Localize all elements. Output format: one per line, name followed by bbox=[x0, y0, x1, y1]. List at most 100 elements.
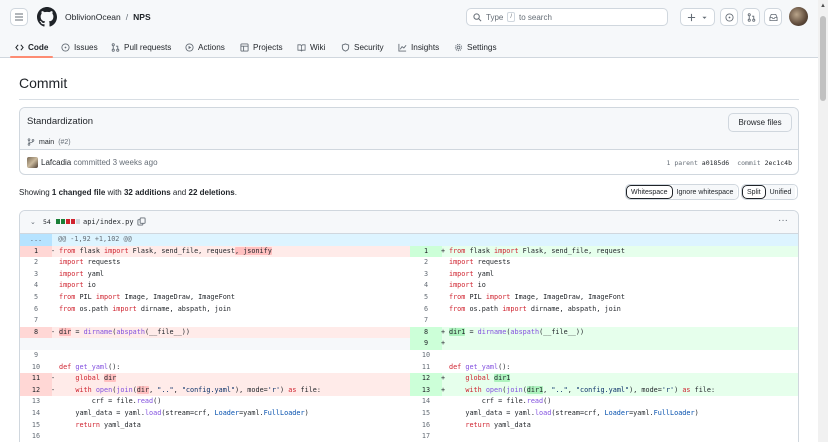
line-number[interactable]: 8 bbox=[20, 326, 52, 339]
tab-wiki[interactable]: Wiki bbox=[297, 39, 325, 55]
diff-row: 77 bbox=[20, 315, 798, 327]
line-number[interactable]: 10 bbox=[20, 362, 52, 374]
tab-security[interactable]: Security bbox=[341, 39, 384, 55]
tab-pull-requests[interactable]: Pull requests bbox=[111, 39, 171, 55]
line-number[interactable]: 9 bbox=[410, 338, 442, 350]
file-path[interactable]: api/index.py bbox=[83, 218, 134, 226]
line-number[interactable]: 12 bbox=[20, 384, 52, 397]
line-number[interactable]: 3 bbox=[20, 269, 52, 281]
tab-projects[interactable]: Projects bbox=[240, 39, 283, 55]
ignore-whitespace-option[interactable]: Ignore whitespace bbox=[672, 185, 738, 199]
tab-actions[interactable]: Actions bbox=[185, 39, 225, 55]
tab-insights[interactable]: Insights bbox=[398, 39, 439, 55]
unified-option[interactable]: Unified bbox=[765, 185, 796, 199]
file-change-count: 54 bbox=[43, 218, 51, 226]
line-number[interactable]: 10 bbox=[410, 350, 442, 362]
line-number[interactable]: 6 bbox=[410, 304, 442, 316]
line-number[interactable]: 5 bbox=[20, 292, 52, 304]
line-number[interactable]: 9 bbox=[20, 350, 52, 362]
issue-icon bbox=[61, 42, 70, 52]
create-new-button[interactable] bbox=[680, 8, 715, 26]
code-line: with open(join(dir, "..", "config.yaml")… bbox=[59, 385, 321, 397]
line-number[interactable]: 14 bbox=[410, 396, 442, 408]
tab-settings[interactable]: Settings bbox=[454, 39, 497, 55]
code-token: load bbox=[144, 409, 162, 417]
line-number[interactable]: 8 bbox=[410, 326, 442, 339]
github-logo-icon[interactable] bbox=[37, 7, 57, 27]
repo-link[interactable]: NPS bbox=[133, 12, 150, 22]
line-number[interactable]: 2 bbox=[410, 257, 442, 269]
code-token: requests bbox=[83, 258, 121, 267]
pull-requests-button[interactable] bbox=[742, 8, 760, 26]
kebab-menu-icon[interactable]: ··· bbox=[778, 215, 788, 226]
line-number[interactable]: 5 bbox=[410, 292, 442, 304]
pr-reference[interactable]: (#2) bbox=[58, 139, 70, 146]
right-line: 9 + bbox=[410, 338, 798, 350]
line-number[interactable]: 13 bbox=[410, 384, 442, 397]
tab-issues[interactable]: Issues bbox=[61, 39, 98, 55]
menu-button[interactable] bbox=[10, 8, 28, 26]
code-token: (stream=crf, bbox=[161, 409, 215, 417]
search-input[interactable]: Type / to search bbox=[466, 8, 668, 26]
parent-sha[interactable]: a0185d6 bbox=[702, 159, 729, 167]
tab-settings-label: Settings bbox=[467, 42, 497, 52]
line-number[interactable]: 4 bbox=[20, 280, 52, 292]
right-line: 1 + from flask import Flask, send_file, re… bbox=[410, 245, 798, 258]
line-number[interactable]: 3 bbox=[410, 269, 442, 281]
code-token: yaml bbox=[83, 269, 105, 278]
expand-lines-button[interactable]: ... bbox=[20, 234, 52, 246]
line-number[interactable]: 13 bbox=[20, 396, 52, 408]
code-token: read bbox=[526, 397, 544, 406]
copy-icon[interactable] bbox=[137, 217, 146, 226]
code-token: return bbox=[465, 420, 490, 429]
browse-files-button[interactable]: Browse files bbox=[728, 113, 792, 132]
line-number[interactable]: 12 bbox=[410, 373, 442, 385]
tab-code[interactable]: Code bbox=[15, 39, 48, 55]
code-line: import yaml bbox=[449, 269, 494, 281]
line-number[interactable]: 11 bbox=[20, 373, 52, 385]
line-number[interactable]: 14 bbox=[20, 408, 52, 420]
line-number[interactable]: 15 bbox=[410, 408, 442, 420]
left-line: 4 import io bbox=[20, 280, 410, 292]
line-number[interactable]: 11 bbox=[410, 362, 442, 374]
code-token: yaml bbox=[473, 269, 495, 278]
code-token: import bbox=[104, 246, 129, 255]
code-token: import bbox=[449, 258, 474, 267]
scroll-up-arrow-icon[interactable]: ▲ bbox=[820, 3, 826, 9]
line-number[interactable]: 15 bbox=[20, 420, 52, 432]
code-token: get_yaml bbox=[75, 362, 109, 371]
global-header: OblivionOcean / NPS Type / to search bbox=[0, 0, 818, 34]
collapse-chevron-icon[interactable]: ⌄ bbox=[30, 218, 36, 226]
code-token: Loader bbox=[214, 409, 240, 417]
user-avatar[interactable] bbox=[789, 7, 808, 26]
left-line: 6 from os.path import dirname, abspath, j… bbox=[20, 304, 410, 316]
issues-button[interactable] bbox=[720, 8, 738, 26]
diff-row: 6 from os.path import dirname, abspath, j… bbox=[20, 304, 798, 316]
line-number[interactable]: 2 bbox=[20, 257, 52, 269]
line-number[interactable]: 17 bbox=[410, 431, 442, 442]
line-number[interactable]: 1 bbox=[410, 245, 442, 258]
line-number[interactable]: 4 bbox=[410, 280, 442, 292]
diff-row: 14 yaml_data = yaml.load(stream=crf, Loa… bbox=[20, 408, 798, 420]
code-token: def bbox=[59, 362, 72, 371]
code-token: import bbox=[449, 281, 474, 290]
diff-sign: + bbox=[441, 374, 446, 383]
scrollbar-thumb[interactable] bbox=[820, 16, 826, 101]
line-number[interactable]: 7 bbox=[410, 315, 442, 327]
author-name[interactable]: Lafcadia bbox=[41, 158, 71, 167]
line-number[interactable]: 1 bbox=[20, 245, 52, 258]
left-line: 12- with open(join(dir, "..", "config.ya… bbox=[20, 384, 410, 397]
line-number[interactable]: 6 bbox=[20, 304, 52, 316]
line-number[interactable]: 16 bbox=[20, 431, 52, 442]
owner-link[interactable]: OblivionOcean bbox=[65, 12, 121, 22]
branch-name[interactable]: main bbox=[39, 139, 54, 146]
split-option[interactable]: Split bbox=[742, 185, 766, 199]
line-number[interactable]: 7 bbox=[20, 315, 52, 327]
line-number[interactable]: 16 bbox=[410, 420, 442, 432]
author-avatar[interactable] bbox=[27, 157, 38, 168]
diffstat-blocks bbox=[56, 219, 80, 224]
whitespace-option[interactable]: Whitespace bbox=[626, 185, 673, 199]
tab-security-label: Security bbox=[354, 42, 384, 52]
inbox-button[interactable] bbox=[764, 8, 782, 26]
